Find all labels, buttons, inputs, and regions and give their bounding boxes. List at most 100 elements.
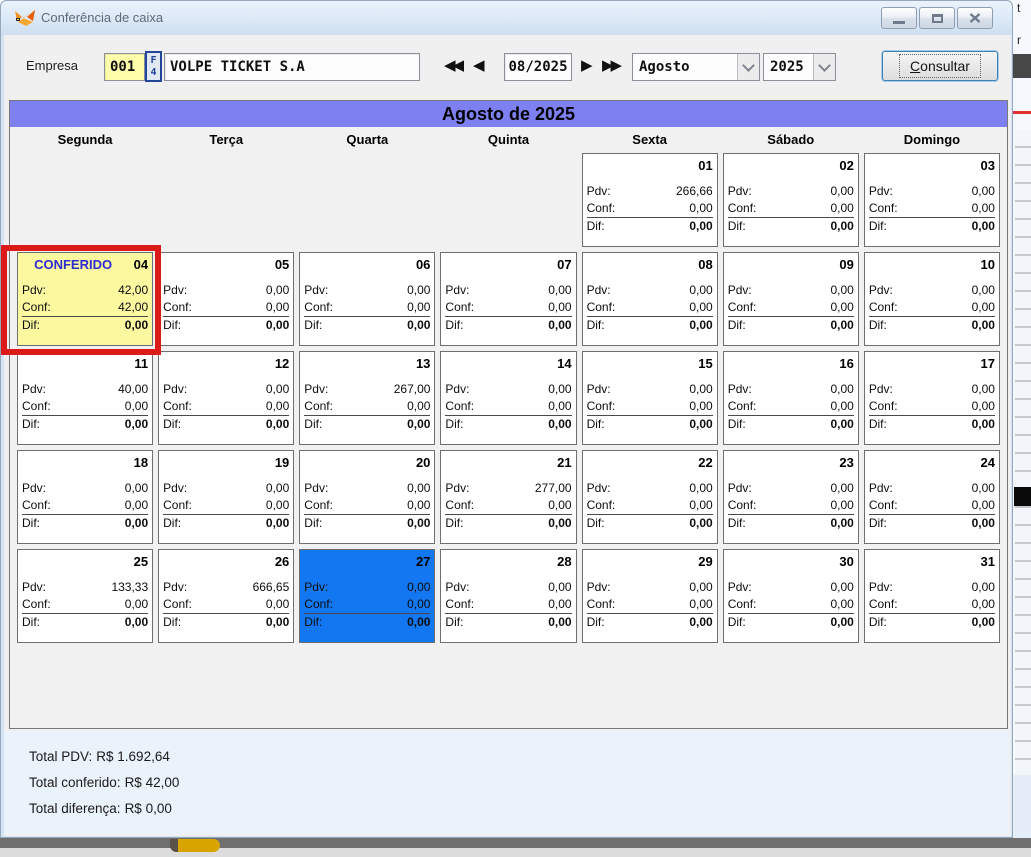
day-cell-21[interactable]: 21Pdv:277,00Conf:0,00Dif:0,00 xyxy=(440,450,576,544)
weekday-header: Segunda xyxy=(17,129,153,151)
year-select[interactable]: 2025 xyxy=(763,53,836,81)
nav-next-button[interactable]: ▶ xyxy=(581,56,590,74)
pdv-label: Pdv: xyxy=(869,381,893,398)
pdv-value: 0,00 xyxy=(407,282,430,299)
pdv-label: Pdv: xyxy=(304,579,328,596)
day-cell-15[interactable]: 15Pdv:0,00Conf:0,00Dif:0,00 xyxy=(582,351,718,445)
conf-label: Conf: xyxy=(587,497,616,514)
day-cell-09[interactable]: 09Pdv:0,00Conf:0,00Dif:0,00 xyxy=(723,252,859,346)
conf-value: 0,00 xyxy=(266,497,289,514)
empresa-name-field: VOLPE TICKET S.A xyxy=(164,53,420,81)
pdv-label: Pdv: xyxy=(587,282,611,299)
pdv-label: Pdv: xyxy=(22,579,46,596)
day-cell-05[interactable]: 05Pdv:0,00Conf:0,00Dif:0,00 xyxy=(158,252,294,346)
day-cell-01[interactable]: 01Pdv:266,66Conf:0,00Dif:0,00 xyxy=(582,153,718,247)
day-cell-19[interactable]: 19Pdv:0,00Conf:0,00Dif:0,00 xyxy=(158,450,294,544)
pdv-row: Pdv:0,00 xyxy=(869,183,995,200)
total-label: Total diferença: xyxy=(29,801,121,816)
pdv-row: Pdv:266,66 xyxy=(587,183,713,200)
dif-value: 0,00 xyxy=(548,317,571,334)
year-dropdown-button[interactable] xyxy=(813,54,835,80)
day-number: 28 xyxy=(557,554,571,569)
conf-value: 0,00 xyxy=(689,596,712,613)
dif-row: Dif:0,00 xyxy=(304,416,430,433)
day-number: 01 xyxy=(698,158,712,173)
period-field[interactable]: 08/2025 xyxy=(504,53,572,81)
total-label: Total PDV: xyxy=(29,749,92,764)
day-number: 15 xyxy=(698,356,712,371)
pdv-value: 0,00 xyxy=(407,579,430,596)
day-cell-20[interactable]: 20Pdv:0,00Conf:0,00Dif:0,00 xyxy=(299,450,435,544)
dif-label: Dif: xyxy=(445,416,463,433)
day-cell-02[interactable]: 02Pdv:0,00Conf:0,00Dif:0,00 xyxy=(723,153,859,247)
day-header: 31 xyxy=(869,551,995,572)
pdv-row: Pdv:0,00 xyxy=(304,480,430,497)
conf-row: Conf:0,00 xyxy=(22,398,148,416)
day-header: 18 xyxy=(22,452,148,473)
dif-row: Dif:0,00 xyxy=(728,515,854,532)
day-cell-10[interactable]: 10Pdv:0,00Conf:0,00Dif:0,00 xyxy=(864,252,1000,346)
nav-last-button[interactable]: ▶▶ xyxy=(602,56,619,74)
window-titlebar[interactable]: Conferência de caixa xyxy=(1,1,1012,35)
conf-value: 0,00 xyxy=(125,398,148,415)
day-cell-27[interactable]: 27Pdv:0,00Conf:0,00Dif:0,00 xyxy=(299,549,435,643)
dif-label: Dif: xyxy=(728,614,746,631)
chevron-down-icon xyxy=(818,59,831,72)
day-cell-03[interactable]: 03Pdv:0,00Conf:0,00Dif:0,00 xyxy=(864,153,1000,247)
conf-value: 0,00 xyxy=(407,398,430,415)
close-button[interactable] xyxy=(957,7,993,29)
conf-label: Conf: xyxy=(869,596,898,613)
conf-value: 0,00 xyxy=(548,398,571,415)
minimize-button[interactable] xyxy=(881,7,917,29)
pdv-label: Pdv: xyxy=(22,480,46,497)
background-panel xyxy=(1013,775,1031,838)
day-cell-11[interactable]: 11Pdv:40,00Conf:0,00Dif:0,00 xyxy=(17,351,153,445)
day-cell-31[interactable]: 31Pdv:0,00Conf:0,00Dif:0,00 xyxy=(864,549,1000,643)
day-cell-18[interactable]: 18Pdv:0,00Conf:0,00Dif:0,00 xyxy=(17,450,153,544)
day-cell-08[interactable]: 08Pdv:0,00Conf:0,00Dif:0,00 xyxy=(582,252,718,346)
day-cell-07[interactable]: 07Pdv:0,00Conf:0,00Dif:0,00 xyxy=(440,252,576,346)
calendar-grid: 01Pdv:266,66Conf:0,00Dif:0,0002Pdv:0,00C… xyxy=(17,153,1000,643)
maximize-button[interactable] xyxy=(919,7,955,29)
conf-label: Conf: xyxy=(869,299,898,316)
conf-label: Conf: xyxy=(587,299,616,316)
day-cell-24[interactable]: 24Pdv:0,00Conf:0,00Dif:0,00 xyxy=(864,450,1000,544)
pdv-row: Pdv:40,00 xyxy=(22,381,148,398)
day-cell-17[interactable]: 17Pdv:0,00Conf:0,00Dif:0,00 xyxy=(864,351,1000,445)
pdv-row: Pdv:0,00 xyxy=(728,282,854,299)
f4-lookup-button[interactable]: F4 xyxy=(145,51,162,82)
pdv-label: Pdv: xyxy=(445,480,469,497)
day-header: 08 xyxy=(587,254,713,275)
day-cell-26[interactable]: 26Pdv:666,65Conf:0,00Dif:0,00 xyxy=(158,549,294,643)
day-cell-25[interactable]: 25Pdv:133,33Conf:0,00Dif:0,00 xyxy=(17,549,153,643)
day-cell-13[interactable]: 13Pdv:267,00Conf:0,00Dif:0,00 xyxy=(299,351,435,445)
background-selected-row xyxy=(1014,487,1031,506)
day-cell-23[interactable]: 23Pdv:0,00Conf:0,00Dif:0,00 xyxy=(723,450,859,544)
day-cell-16[interactable]: 16Pdv:0,00Conf:0,00Dif:0,00 xyxy=(723,351,859,445)
consultar-button[interactable]: Consultar xyxy=(882,51,998,81)
conf-row: Conf:0,00 xyxy=(728,497,854,515)
dif-label: Dif: xyxy=(869,416,887,433)
day-cell-14[interactable]: 14Pdv:0,00Conf:0,00Dif:0,00 xyxy=(440,351,576,445)
total-value: R$ 1.692,64 xyxy=(96,749,170,764)
pdv-row: Pdv:0,00 xyxy=(587,480,713,497)
nav-first-button[interactable]: ◀◀ xyxy=(444,56,461,74)
day-number: 12 xyxy=(275,356,289,371)
dif-value: 0,00 xyxy=(125,614,148,631)
empresa-code-input[interactable]: 001 xyxy=(104,53,145,81)
day-cell-28[interactable]: 28Pdv:0,00Conf:0,00Dif:0,00 xyxy=(440,549,576,643)
conf-label: Conf: xyxy=(163,497,192,514)
day-cell-29[interactable]: 29Pdv:0,00Conf:0,00Dif:0,00 xyxy=(582,549,718,643)
month-dropdown-button[interactable] xyxy=(737,54,759,80)
day-cell-12[interactable]: 12Pdv:0,00Conf:0,00Dif:0,00 xyxy=(158,351,294,445)
pdv-value: 0,00 xyxy=(266,480,289,497)
day-cell-22[interactable]: 22Pdv:0,00Conf:0,00Dif:0,00 xyxy=(582,450,718,544)
pdv-value: 0,00 xyxy=(689,282,712,299)
nav-prev-button[interactable]: ◀ xyxy=(473,56,482,74)
day-cell-06[interactable]: 06Pdv:0,00Conf:0,00Dif:0,00 xyxy=(299,252,435,346)
empresa-label: Empresa xyxy=(26,58,78,73)
day-cell-30[interactable]: 30Pdv:0,00Conf:0,00Dif:0,00 xyxy=(723,549,859,643)
dif-row: Dif:0,00 xyxy=(304,614,430,631)
taskbar-app-icon[interactable] xyxy=(170,839,220,852)
month-select[interactable]: Agosto xyxy=(632,53,760,81)
